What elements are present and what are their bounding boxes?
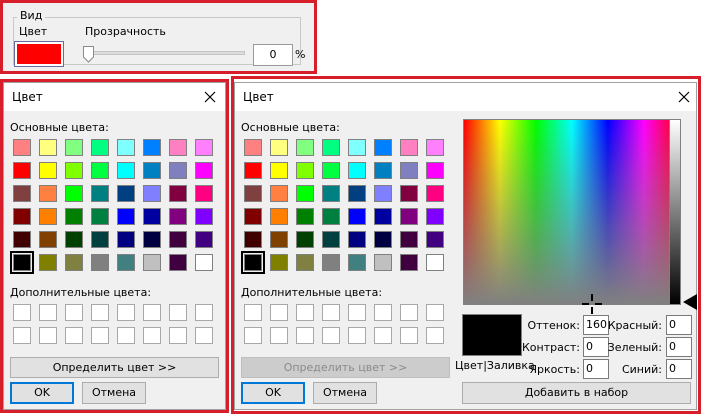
highlight-frame-small-dialog <box>0 79 229 413</box>
highlight-frame-view <box>0 0 317 74</box>
highlight-frame-large-dialog <box>231 76 701 414</box>
